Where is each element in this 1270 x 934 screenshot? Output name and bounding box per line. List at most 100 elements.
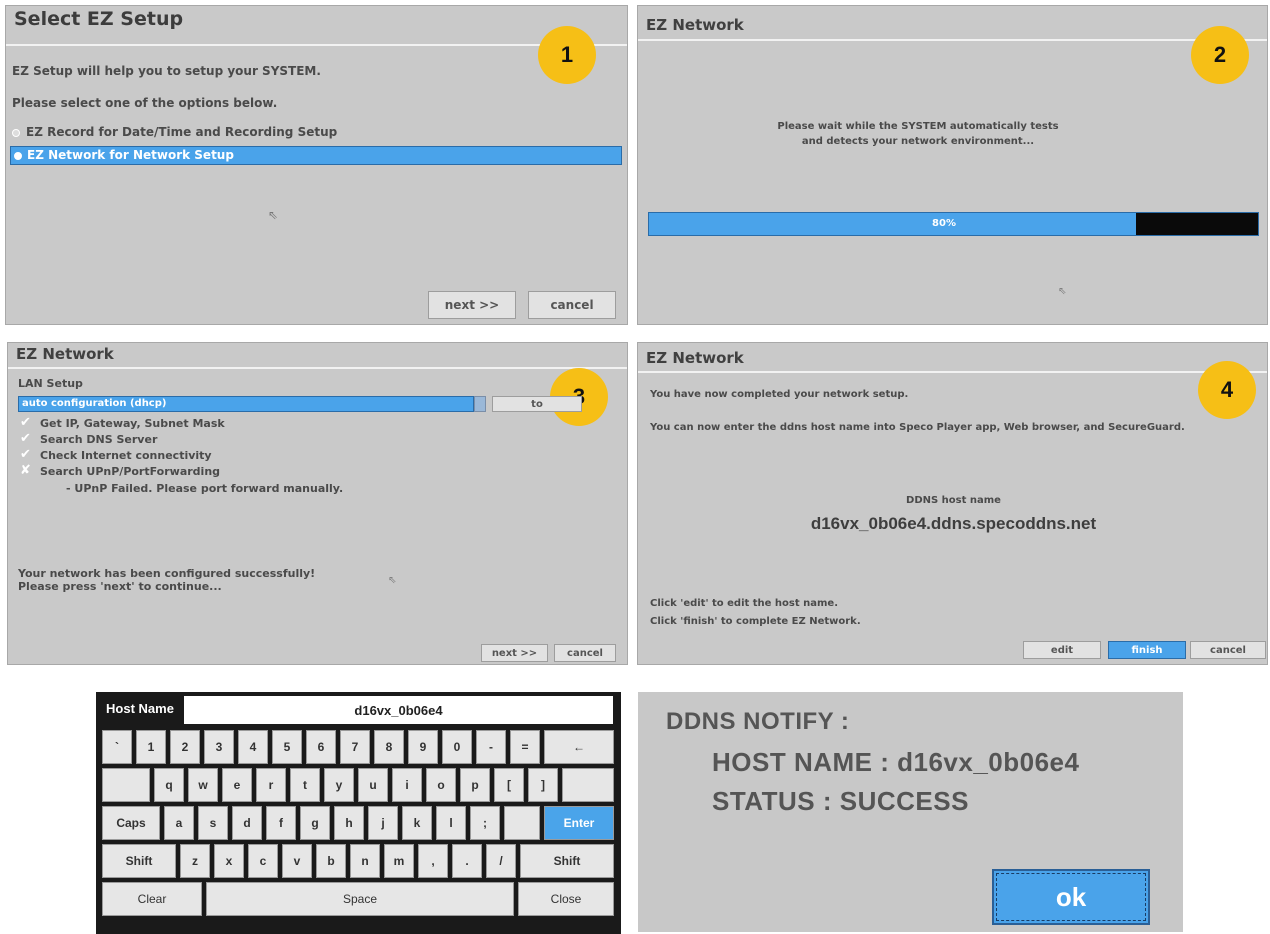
key-j[interactable]: j bbox=[368, 806, 398, 840]
key-1[interactable]: 1 bbox=[136, 730, 166, 764]
key-l[interactable]: l bbox=[436, 806, 466, 840]
key-e[interactable]: e bbox=[222, 768, 252, 802]
dropdown-arrow-icon[interactable] bbox=[474, 396, 486, 412]
key-2[interactable]: 2 bbox=[170, 730, 200, 764]
key-r[interactable]: r bbox=[256, 768, 286, 802]
key-equals[interactable]: = bbox=[510, 730, 540, 764]
key-z[interactable]: z bbox=[180, 844, 210, 878]
next-button[interactable]: next >> bbox=[428, 291, 516, 319]
ez-setup-panel: Select EZ Setup 1 EZ Setup will help you… bbox=[5, 5, 628, 325]
key-space[interactable]: Space bbox=[206, 882, 514, 916]
key-0[interactable]: 0 bbox=[442, 730, 472, 764]
title-divider bbox=[638, 39, 1267, 41]
network-mode-dropdown[interactable]: auto configuration (dhcp) bbox=[18, 396, 474, 412]
option-label: EZ Network for Network Setup bbox=[27, 148, 234, 162]
key-caps[interactable]: Caps bbox=[102, 806, 160, 840]
finish-button[interactable]: finish bbox=[1108, 641, 1186, 659]
key-open-bracket[interactable]: [ bbox=[494, 768, 524, 802]
key-4[interactable]: 4 bbox=[238, 730, 268, 764]
key-m[interactable]: m bbox=[384, 844, 414, 878]
checkmark-icon: ✔ bbox=[20, 431, 31, 446]
key-blank[interactable] bbox=[562, 768, 614, 802]
key-clear[interactable]: Clear bbox=[102, 882, 202, 916]
key-minus[interactable]: - bbox=[476, 730, 506, 764]
key-enter[interactable]: Enter bbox=[544, 806, 614, 840]
check-label: Search DNS Server bbox=[40, 433, 158, 446]
cancel-button[interactable]: cancel bbox=[528, 291, 616, 319]
key-v[interactable]: v bbox=[282, 844, 312, 878]
key-5[interactable]: 5 bbox=[272, 730, 302, 764]
host-name-input[interactable]: d16vx_0b06e4 bbox=[184, 696, 613, 724]
key-i[interactable]: i bbox=[392, 768, 422, 802]
result-line1: Your network has been configured success… bbox=[18, 567, 316, 580]
key-close-bracket[interactable]: ] bbox=[528, 768, 558, 802]
key-a[interactable]: a bbox=[164, 806, 194, 840]
key-g[interactable]: g bbox=[300, 806, 330, 840]
key-y[interactable]: y bbox=[324, 768, 354, 802]
check-label: Search UPnP/PortForwarding bbox=[40, 465, 221, 478]
key-slash[interactable]: / bbox=[486, 844, 516, 878]
key-q[interactable]: q bbox=[154, 768, 184, 802]
key-shift-right[interactable]: Shift bbox=[520, 844, 614, 878]
cursor-icon: ⇖ bbox=[268, 208, 279, 222]
key-7[interactable]: 7 bbox=[340, 730, 370, 764]
key-shift-left[interactable]: Shift bbox=[102, 844, 176, 878]
key-backspace[interactable]: ← bbox=[544, 730, 614, 764]
key-k[interactable]: k bbox=[402, 806, 432, 840]
upnp-note: - UPnP Failed. Please port forward manua… bbox=[66, 482, 344, 495]
key-d[interactable]: d bbox=[232, 806, 262, 840]
check-label: Check Internet connectivity bbox=[40, 449, 212, 462]
checkmark-icon: ✔ bbox=[20, 447, 31, 462]
intro-text: EZ Setup will help you to setup your SYS… bbox=[12, 64, 321, 78]
next-button[interactable]: next >> bbox=[481, 644, 548, 662]
test-button[interactable]: to bbox=[492, 396, 582, 412]
check-item: ✔ Get IP, Gateway, Subnet Mask bbox=[18, 415, 318, 432]
key-8[interactable]: 8 bbox=[374, 730, 404, 764]
edit-button[interactable]: edit bbox=[1023, 641, 1101, 659]
ez-network-progress-panel: EZ Network 2 Please wait while the SYSTE… bbox=[637, 5, 1268, 325]
key-o[interactable]: o bbox=[426, 768, 456, 802]
key-period[interactable]: . bbox=[452, 844, 482, 878]
page-title: EZ Network bbox=[646, 16, 744, 34]
cursor-icon: ⇖ bbox=[1058, 286, 1067, 297]
key-x[interactable]: x bbox=[214, 844, 244, 878]
host-name-label: Host Name bbox=[106, 700, 174, 716]
key-p[interactable]: p bbox=[460, 768, 490, 802]
notify-heading: DDNS NOTIFY : bbox=[666, 708, 850, 735]
option-ez-record[interactable]: EZ Record for Date/Time and Recording Se… bbox=[10, 123, 620, 141]
page-title: Select EZ Setup bbox=[14, 8, 184, 30]
key-3[interactable]: 3 bbox=[204, 730, 234, 764]
complete-line2: You can now enter the ddns host name int… bbox=[650, 422, 1185, 433]
key-comma[interactable]: , bbox=[418, 844, 448, 878]
key-close[interactable]: Close bbox=[518, 882, 614, 916]
key-w[interactable]: w bbox=[188, 768, 218, 802]
wait-message-line1: Please wait while the SYSTEM automatical… bbox=[777, 121, 1059, 132]
cancel-button[interactable]: cancel bbox=[1190, 641, 1266, 659]
wait-message-line2: and detects your network environment... bbox=[801, 136, 1035, 147]
key-n[interactable]: n bbox=[350, 844, 380, 878]
title-divider bbox=[6, 44, 627, 46]
key-c[interactable]: c bbox=[248, 844, 278, 878]
step-badge: 1 bbox=[538, 26, 596, 84]
check-item: ✔ Search DNS Server bbox=[18, 431, 318, 448]
key-s[interactable]: s bbox=[198, 806, 228, 840]
key-6[interactable]: 6 bbox=[306, 730, 336, 764]
key-t[interactable]: t bbox=[290, 768, 320, 802]
key-blank[interactable] bbox=[504, 806, 540, 840]
key-b[interactable]: b bbox=[316, 844, 346, 878]
ok-button[interactable]: ok bbox=[992, 869, 1150, 925]
ez-network-lan-panel: EZ Network 3 LAN Setup auto configuratio… bbox=[7, 342, 628, 665]
title-divider bbox=[8, 367, 627, 369]
key-tab[interactable] bbox=[102, 768, 150, 802]
key-h[interactable]: h bbox=[334, 806, 364, 840]
key-backtick[interactable]: ` bbox=[102, 730, 132, 764]
option-label: EZ Record for Date/Time and Recording Se… bbox=[26, 125, 338, 139]
page-title: EZ Network bbox=[16, 345, 114, 363]
step-badge: 2 bbox=[1191, 26, 1249, 84]
cancel-button[interactable]: cancel bbox=[554, 644, 616, 662]
key-u[interactable]: u bbox=[358, 768, 388, 802]
option-ez-network[interactable]: EZ Network for Network Setup bbox=[10, 146, 622, 165]
key-semicolon[interactable]: ; bbox=[470, 806, 500, 840]
key-9[interactable]: 9 bbox=[408, 730, 438, 764]
key-f[interactable]: f bbox=[266, 806, 296, 840]
